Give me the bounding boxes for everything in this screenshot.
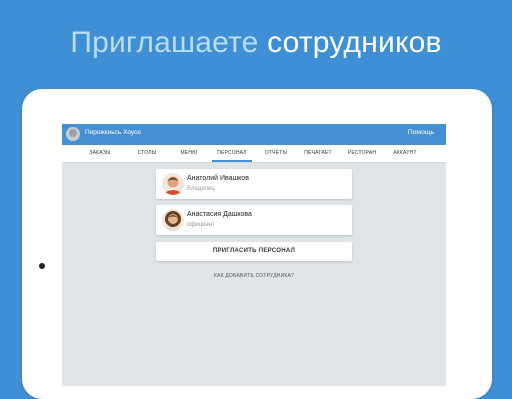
staff-card[interactable]: Анастасия Дашкова официант bbox=[156, 205, 352, 235]
tablet-camera bbox=[39, 263, 45, 269]
tab-staff[interactable]: ПЕРСОНАЛ bbox=[212, 145, 252, 162]
staff-name: Анастасия Дашкова bbox=[187, 211, 252, 218]
app-screen: Пирожкиьсь Хоусе Помощь ЗАКАЗЫ СТОЛЫ МЕН… bbox=[62, 124, 446, 386]
tab-restaurant[interactable]: РЕСТОРАН bbox=[342, 145, 382, 162]
tab-menu[interactable]: МЕНЮ bbox=[174, 145, 204, 162]
tab-account[interactable]: АККАУНТ bbox=[386, 145, 424, 162]
tab-orders[interactable]: ЗАКАЗЫ bbox=[80, 145, 120, 162]
tab-bar: ЗАКАЗЫ СТОЛЫ МЕНЮ ПЕРСОНАЛ ОТЧЁТЫ ПЕЧАТА… bbox=[62, 145, 446, 163]
tab-tables[interactable]: СТОЛЫ bbox=[130, 145, 164, 162]
staff-name: Анатолий Ивашков bbox=[187, 175, 249, 182]
help-link[interactable]: Помощь bbox=[408, 129, 434, 136]
app-bar: Пирожкиьсь Хоусе Помощь bbox=[62, 124, 446, 145]
staff-role: официант bbox=[187, 222, 215, 228]
promo-headline: Приглашаете сотрудников bbox=[0, 26, 512, 60]
staff-photo bbox=[162, 209, 184, 231]
staff-photo bbox=[162, 173, 184, 195]
restaurant-avatar[interactable] bbox=[66, 127, 80, 141]
staff-role: Владелец bbox=[187, 186, 215, 192]
tab-printing[interactable]: ПЕЧАТАЕТ bbox=[298, 145, 338, 162]
invite-staff-button[interactable]: ПРИГЛАСИТЬ ПЕРСОНАЛ bbox=[156, 242, 352, 261]
tab-reports[interactable]: ОТЧЁТЫ bbox=[260, 145, 292, 162]
promo-headline-bold: сотрудников bbox=[267, 26, 442, 59]
how-to-add-staff-link[interactable]: КАК ДОБАВИТЬ СОТРУДНИКА? bbox=[62, 273, 446, 279]
staff-card[interactable]: Анатолий Ивашков Владелец bbox=[156, 169, 352, 199]
promo-headline-light: Приглашаете bbox=[70, 26, 259, 59]
restaurant-name[interactable]: Пирожкиьсь Хоусе bbox=[85, 129, 141, 136]
